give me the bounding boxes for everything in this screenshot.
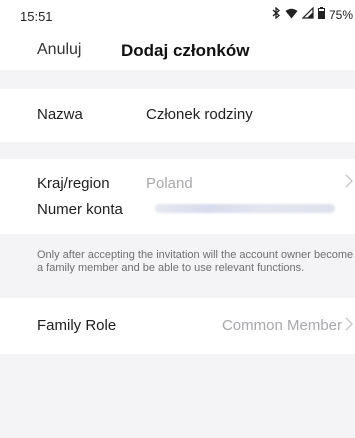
- status-time: 15:51: [20, 9, 53, 24]
- name-row[interactable]: Nazwa Członek rodziny: [0, 89, 355, 142]
- account-label: Numer konta: [37, 201, 123, 218]
- signal-icon: [301, 6, 314, 22]
- region-row[interactable]: Kraj/region Poland: [0, 159, 355, 203]
- account-number-input[interactable]: [155, 204, 335, 213]
- status-bar: 15:51 75%: [0, 0, 355, 32]
- bluetooth-icon: [271, 6, 281, 22]
- page-title: Dodaj członków: [121, 41, 250, 60]
- region-value: Poland: [146, 175, 193, 192]
- chevron-right-icon: [345, 174, 353, 193]
- family-role-value: Common Member: [221, 317, 342, 334]
- cancel-button[interactable]: Anuluj: [37, 41, 81, 59]
- nav-bar: Anuluj Dodaj członków: [0, 32, 355, 70]
- family-role-label: Family Role: [37, 317, 117, 334]
- name-value[interactable]: Członek rodziny: [146, 106, 253, 123]
- status-icons: 75%: [271, 6, 353, 22]
- name-label: Nazwa: [37, 106, 83, 123]
- chevron-right-icon: [345, 317, 353, 336]
- wifi-icon: [285, 8, 298, 22]
- battery-icon: [317, 7, 325, 22]
- region-account-card: Kraj/region Poland Numer konta: [0, 159, 355, 234]
- region-label: Kraj/region: [37, 175, 110, 192]
- battery-percent: 75%: [328, 7, 353, 22]
- invitation-note: Only after accepting the invitation will…: [37, 249, 354, 274]
- family-role-row[interactable]: Family Role Common Member: [0, 298, 355, 354]
